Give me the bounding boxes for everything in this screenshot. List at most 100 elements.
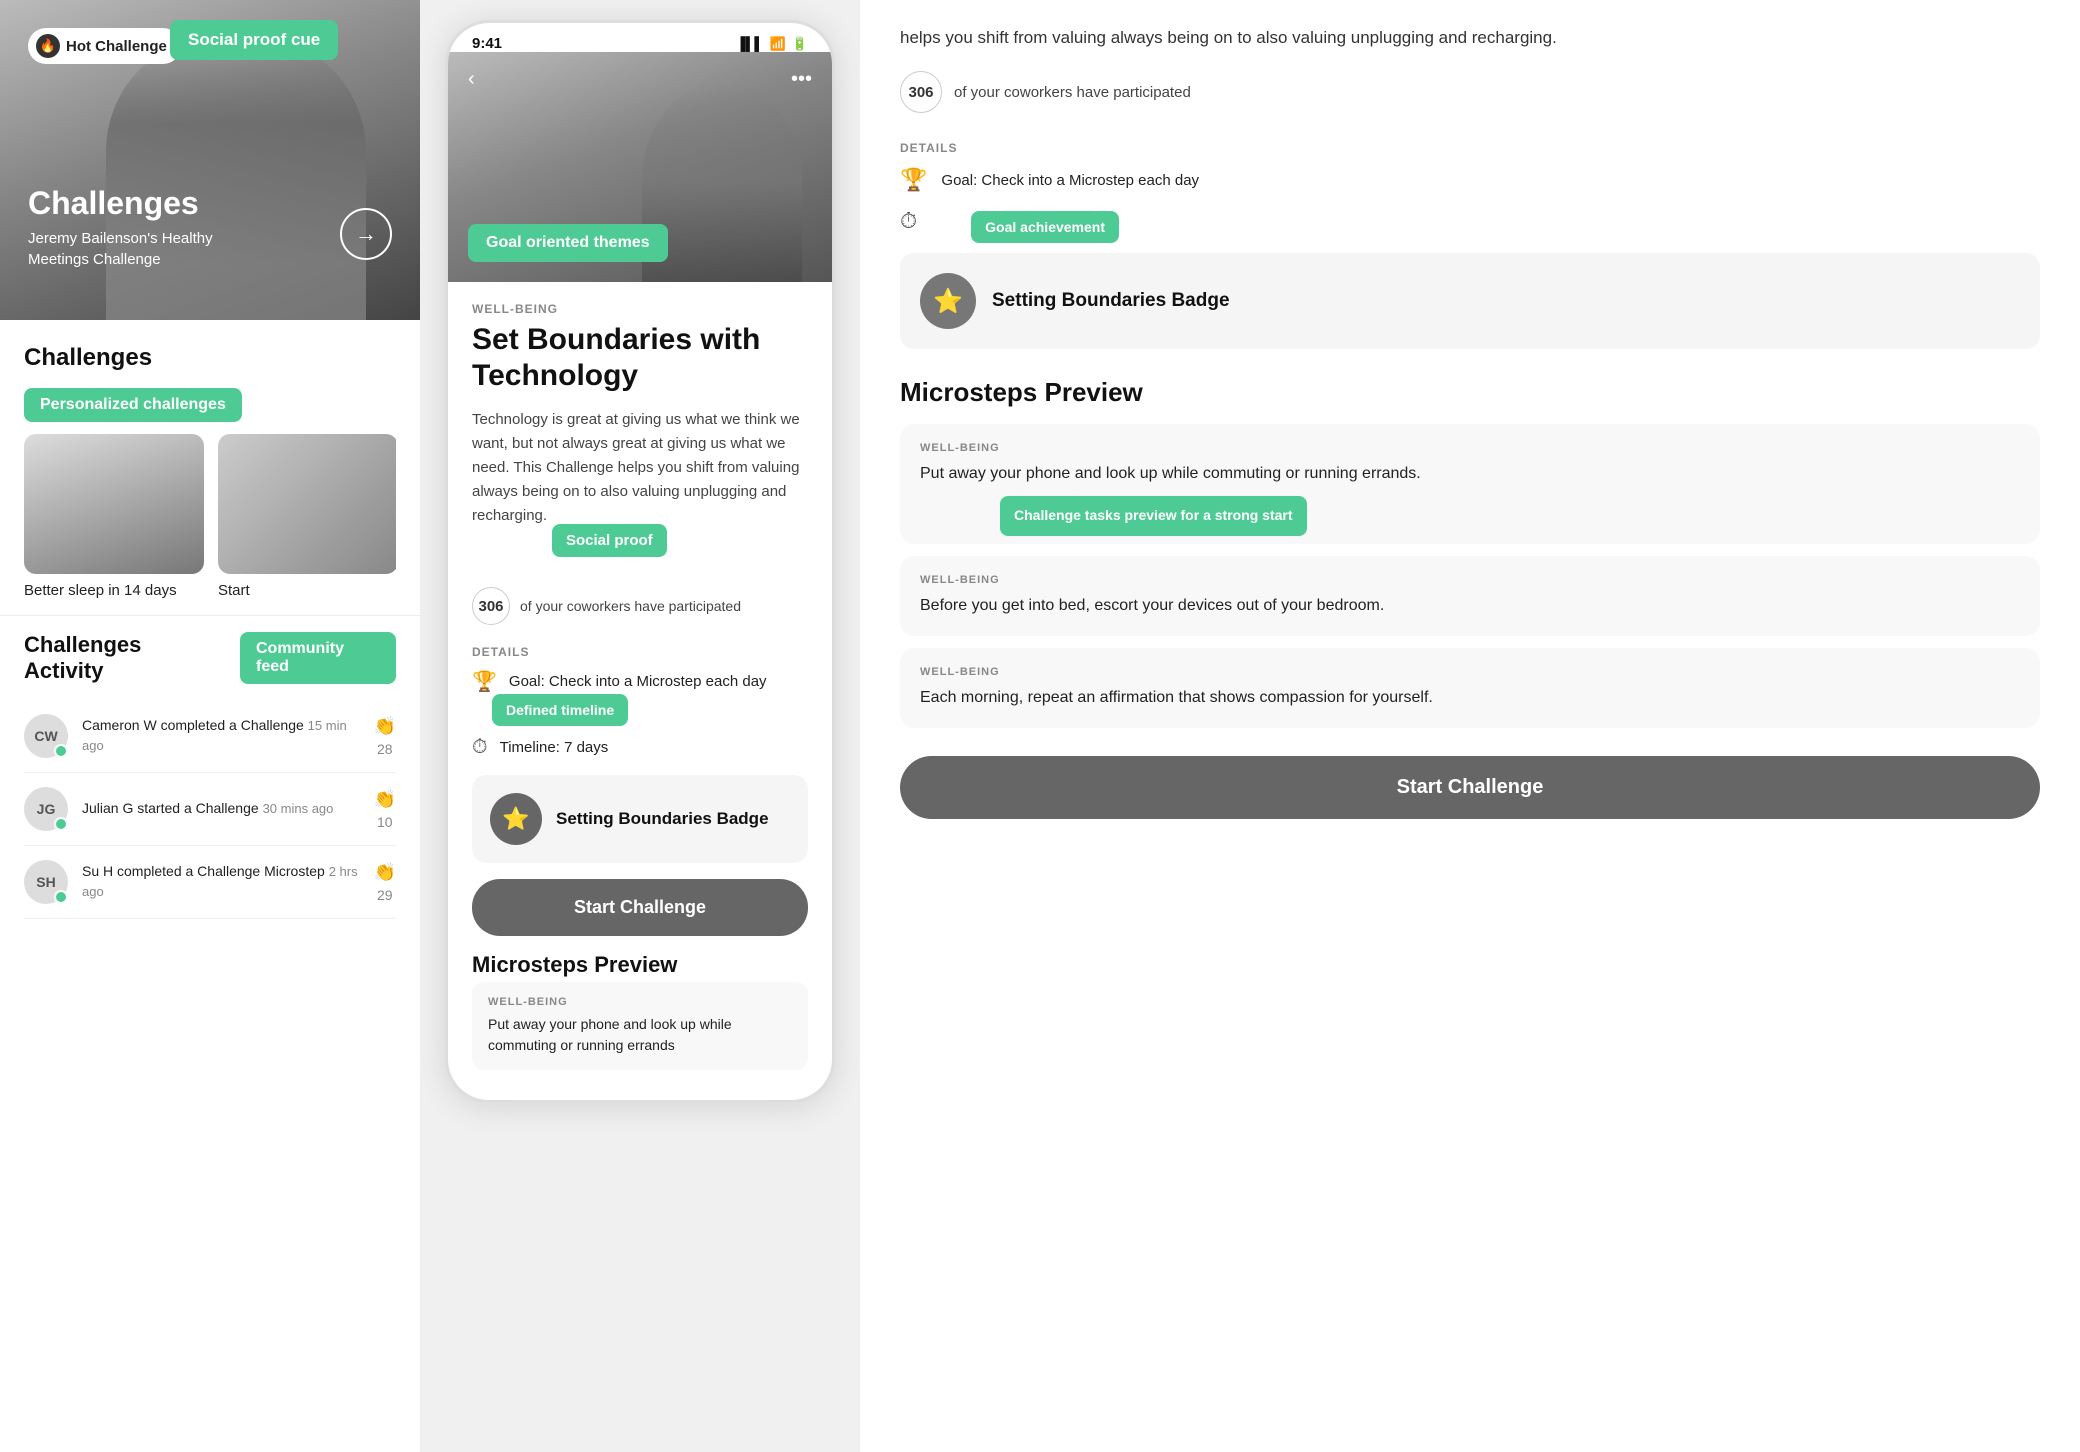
right-count-circle: 306 bbox=[900, 71, 942, 113]
middle-panel: 9:41 ▐▌▌ 📶 🔋 ‹ ••• Goal oriented themes … bbox=[420, 0, 860, 1452]
microstep-category-0: WELL-BEING bbox=[488, 996, 792, 1008]
trophy-icon: 🏆 bbox=[472, 669, 497, 694]
activity-right-2: 👏 29 bbox=[374, 862, 396, 903]
right-microstep-text-2: Each morning, repeat an affirmation that… bbox=[920, 686, 2020, 710]
right-microstep-category-2: WELL-BEING bbox=[920, 666, 2020, 678]
challenges-section-title: Challenges bbox=[24, 344, 396, 372]
activity-right-1: 👏 10 bbox=[374, 789, 396, 830]
challenge-card-img-sleep bbox=[24, 434, 204, 574]
right-detail-clock-row: ⏱ Goal achievement bbox=[900, 205, 2040, 237]
personalized-challenges-badge: Personalized challenges bbox=[24, 388, 242, 422]
battery-icon: 🔋 bbox=[792, 36, 808, 52]
right-start-challenge-button[interactable]: Start Challenge bbox=[900, 756, 2040, 819]
right-microsteps-title: Microsteps Preview bbox=[900, 377, 2040, 408]
right-microstep-text-1: Before you get into bed, escort your dev… bbox=[920, 594, 2020, 618]
right-goal-text: Goal: Check into a Microstep each day bbox=[941, 172, 1199, 189]
activity-text-0: Cameron W completed a Challenge 15 min a… bbox=[82, 716, 360, 755]
phone-description: Technology is great at giving us what we… bbox=[472, 408, 808, 528]
right-badge-icon: ⭐ bbox=[920, 273, 976, 329]
phone-status-bar: 9:41 ▐▌▌ 📶 🔋 bbox=[448, 23, 832, 52]
right-coworkers-text: of your coworkers have participated bbox=[954, 84, 1191, 101]
challenge-card-start[interactable]: Start bbox=[218, 434, 396, 599]
challenge-cards: Better sleep in 14 days Start bbox=[24, 434, 396, 599]
challenge-card-label-sleep: Better sleep in 14 days bbox=[24, 582, 204, 599]
social-proof-cue-badge: Social proof cue bbox=[170, 20, 338, 60]
right-clock-icon: ⏱ bbox=[900, 208, 917, 234]
fire-icon: 🔥 bbox=[36, 34, 60, 58]
phone-challenge-title: Set Boundaries with Technology bbox=[472, 322, 808, 394]
clap-icon-2: 👏 bbox=[374, 862, 396, 883]
activity-section: Challenges Activity Community feed CW Ca… bbox=[0, 615, 420, 935]
hero-text: Challenges Jeremy Bailenson's Healthy Me… bbox=[28, 185, 228, 270]
hero-person bbox=[106, 40, 366, 320]
challenges-section: Challenges Personalized challenges Bette… bbox=[0, 320, 420, 615]
right-details-label: DETAILS bbox=[900, 141, 2040, 155]
right-microstep-card-2: WELL-BEING Each morning, repeat an affir… bbox=[900, 648, 2040, 728]
hot-challenge-badge: 🔥 Hot Challenge bbox=[28, 28, 181, 64]
activity-item-2[interactable]: SH Su H completed a Challenge Microstep … bbox=[24, 846, 396, 919]
activity-meta-1: 30 mins ago bbox=[263, 801, 334, 816]
badge-icon: ⭐ bbox=[490, 793, 542, 845]
challenge-card-sleep[interactable]: Better sleep in 14 days bbox=[24, 434, 204, 599]
activity-item-1[interactable]: JG Julian G started a Challenge 30 mins … bbox=[24, 773, 396, 846]
details-label: DETAILS bbox=[472, 645, 808, 659]
right-description: helps you shift from valuing always bein… bbox=[900, 24, 2040, 51]
avatar-dot bbox=[54, 744, 68, 758]
avatar-dot-1 bbox=[54, 817, 68, 831]
right-coworkers-row: 306 of your coworkers have participated bbox=[900, 71, 2040, 113]
right-badge-card: ⭐ Setting Boundaries Badge bbox=[900, 253, 2040, 349]
microstep-card-0: WELL-BEING Put away your phone and look … bbox=[472, 982, 808, 1070]
avatar-cw: CW bbox=[24, 714, 68, 758]
activity-text-1: Julian G started a Challenge 30 mins ago bbox=[82, 799, 360, 819]
right-microstep-category-1: WELL-BEING bbox=[920, 574, 2020, 586]
challenge-tasks-badge: Challenge tasks preview for a strong sta… bbox=[1000, 496, 1307, 536]
hero-arrow-button[interactable]: → bbox=[340, 208, 392, 260]
right-trophy-icon: 🏆 bbox=[900, 167, 927, 193]
hero-title: Challenges bbox=[28, 185, 228, 222]
coworkers-count: 306 bbox=[472, 587, 510, 625]
status-icons: ▐▌▌ 📶 🔋 bbox=[736, 36, 808, 52]
phone-category: WELL-BEING bbox=[472, 302, 808, 316]
activity-item-0[interactable]: CW Cameron W completed a Challenge 15 mi… bbox=[24, 700, 396, 773]
signal-icon: ▐▌▌ bbox=[736, 36, 764, 51]
social-proof-badge: Social proof bbox=[552, 524, 667, 557]
status-time: 9:41 bbox=[472, 35, 502, 52]
badge-card: ⭐ Setting Boundaries Badge bbox=[472, 775, 808, 863]
avatar-dot-2 bbox=[54, 890, 68, 904]
activity-text-2: Su H completed a Challenge Microstep 2 h… bbox=[82, 862, 360, 901]
details-section: DETAILS 🏆 Goal: Check into a Microstep e… bbox=[472, 645, 808, 759]
phone-frame: 9:41 ▐▌▌ 📶 🔋 ‹ ••• Goal oriented themes … bbox=[445, 20, 835, 1103]
goal-achievement-badge: Goal achievement bbox=[971, 211, 1119, 243]
coworkers-row: 306 of your coworkers have participated bbox=[472, 587, 808, 625]
right-detail-goal-row: 🏆 Goal: Check into a Microstep each day bbox=[900, 167, 2040, 193]
coworkers-text: of your coworkers have participated bbox=[520, 598, 741, 614]
start-challenge-button[interactable]: Start Challenge bbox=[472, 879, 808, 936]
phone-more-button[interactable]: ••• bbox=[791, 68, 812, 91]
clap-icon: 👏 bbox=[374, 716, 396, 737]
activity-right-0: 👏 28 bbox=[374, 716, 396, 757]
right-microstep-category-0: WELL-BEING bbox=[920, 442, 2020, 454]
microsteps-preview-title: Microsteps Preview bbox=[472, 952, 808, 978]
hero-subtitle: Jeremy Bailenson's Healthy Meetings Chal… bbox=[28, 228, 228, 270]
right-panel: helps you shift from valuing always bein… bbox=[860, 0, 2080, 1452]
phone-hero: ‹ ••• Goal oriented themes bbox=[448, 52, 832, 282]
microstep-text-0: Put away your phone and look up while co… bbox=[488, 1014, 792, 1056]
right-microstep-card-1: WELL-BEING Before you get into bed, esco… bbox=[900, 556, 2040, 636]
card-img-bg-sleep bbox=[24, 434, 204, 574]
avatar-jg: JG bbox=[24, 787, 68, 831]
activity-header: Challenges Activity Community feed bbox=[24, 632, 396, 684]
wifi-icon: 📶 bbox=[770, 36, 786, 52]
community-feed-badge: Community feed bbox=[240, 632, 396, 684]
badge-name: Setting Boundaries Badge bbox=[556, 809, 769, 829]
right-microstep-card-0: WELL-BEING Put away your phone and look … bbox=[900, 424, 2040, 544]
clock-icon: ⏱ bbox=[472, 736, 488, 759]
right-microstep-text-0: Put away your phone and look up while co… bbox=[920, 462, 2020, 486]
challenge-card-img-start bbox=[218, 434, 396, 574]
challenge-card-label-start: Start bbox=[218, 582, 396, 599]
defined-timeline-badge: Defined timeline bbox=[492, 694, 628, 726]
phone-back-button[interactable]: ‹ bbox=[468, 68, 475, 91]
left-panel: 🔥 Hot Challenge Social proof cue Challen… bbox=[0, 0, 420, 1452]
detail-timeline-row: ⏱ Timeline: 7 days bbox=[472, 736, 808, 759]
phone-content: WELL-BEING Set Boundaries with Technolog… bbox=[448, 282, 832, 1100]
goal-text: Goal: Check into a Microstep each day bbox=[509, 673, 767, 690]
